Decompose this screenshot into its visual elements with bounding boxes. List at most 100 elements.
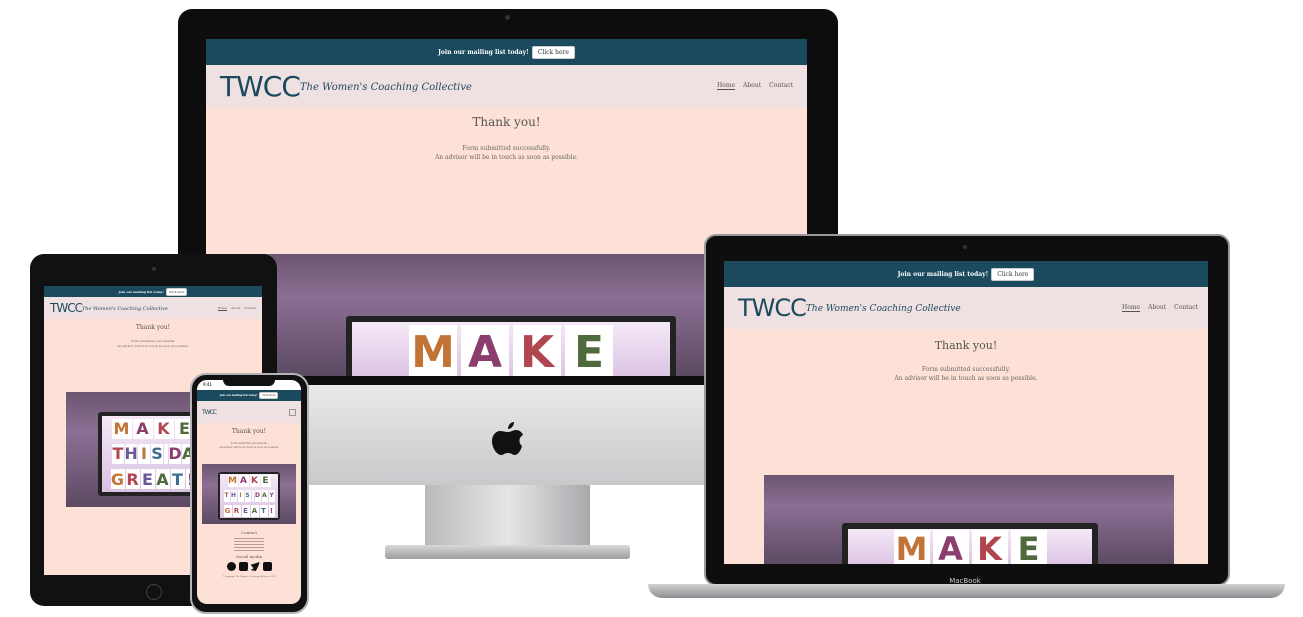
sign-letter: K	[153, 418, 174, 439]
sign: M A K E T H I S D A Y G R E A T !	[220, 474, 278, 518]
click-here-button[interactable]: Click here	[165, 287, 188, 296]
nav-about-link[interactable]: About	[231, 306, 240, 311]
imac-stand	[425, 485, 590, 547]
site-tagline: The Women's Coaching Collective	[805, 304, 961, 314]
site-logo[interactable]: TWCC	[202, 409, 217, 416]
laptop-screen: Join our mailing list today! Click here …	[724, 261, 1208, 564]
sign-letter: Y	[268, 489, 275, 502]
sign-letter: S	[151, 443, 163, 464]
sign-letter: !	[268, 504, 275, 517]
hero-photo: M A K E T H I S D A Y G R E A T !	[202, 464, 296, 524]
banner-text: Join our mailing list today!	[897, 270, 989, 278]
laptop-camera	[963, 245, 967, 249]
navbar: TWCC The Women's Coaching Collective Hom…	[724, 287, 1208, 329]
site-logo[interactable]: TWCC	[738, 294, 807, 322]
nav-links: Home About Contact	[717, 82, 793, 90]
navbar: TWCC The Women's Coaching Collective Hom…	[44, 297, 262, 319]
thank-you-heading: Thank you!	[934, 339, 998, 352]
sign-letter: A	[250, 504, 259, 517]
success-message-line2: An advisor will be in touch as soon as p…	[117, 344, 189, 348]
sign-letter: E	[565, 325, 613, 376]
tiktok-icon[interactable]	[262, 562, 272, 571]
sign-letter: T	[112, 443, 124, 464]
sign-letter: T	[170, 469, 185, 490]
facebook-icon[interactable]	[226, 562, 236, 571]
sign-letter: M	[227, 475, 238, 488]
nav-home-link[interactable]: Home	[717, 82, 736, 90]
nav-home-link[interactable]: Home	[1122, 304, 1141, 312]
sign-letter: R	[232, 504, 241, 517]
footer-contact-heading: Contact	[241, 530, 257, 535]
navbar: TWCC	[197, 401, 301, 423]
laptop-base	[648, 584, 1285, 598]
banner-text: Join our mailing list today!	[438, 48, 529, 56]
success-message-line1: Form submitted successfully.	[230, 442, 268, 445]
sign-letter: K	[249, 475, 260, 488]
nav-contact-link[interactable]: Contact	[1174, 304, 1198, 312]
sign-letter: R	[125, 469, 140, 490]
nav-about-link[interactable]: About	[1148, 304, 1166, 312]
nav-links: Home About Contact	[1122, 304, 1198, 312]
phone-time: 9:41	[203, 382, 212, 387]
thank-you-heading: Thank you!	[135, 324, 171, 331]
click-here-button[interactable]: Click here	[259, 392, 279, 399]
site-logo[interactable]: TWCC	[50, 301, 83, 315]
success-message-line1: Form submitted successfully.	[462, 145, 551, 152]
nav-home-link[interactable]: Home	[218, 306, 228, 311]
apple-logo-icon	[492, 422, 524, 462]
imac-camera	[505, 15, 510, 20]
sign-letter: K	[971, 530, 1008, 564]
success-message-line1: Form submitted successfully.	[130, 339, 176, 343]
sign-letter: A	[155, 469, 170, 490]
thank-you-heading: Thank you!	[231, 428, 267, 435]
sign-letter: S	[244, 489, 251, 502]
sign-letter: T	[259, 504, 268, 517]
sign: M A K E T H I S D A G R E A T	[102, 416, 204, 492]
sign-letter: I	[237, 489, 244, 502]
footer-social-heading: Social media	[236, 554, 262, 559]
success-message-line2: An advisor will be in touch as soon as p…	[434, 154, 579, 161]
mailing-banner: Join our mailing list today! Click here	[206, 39, 807, 65]
click-here-button[interactable]: Click here	[531, 45, 575, 59]
sign-letter: E	[241, 504, 250, 517]
sign-letter: H	[230, 489, 237, 502]
twitter-icon[interactable]	[250, 562, 260, 571]
tablet-camera	[152, 267, 156, 271]
mailing-banner: Join our mailing list today! Click here	[44, 286, 262, 297]
footer-contact-lines	[234, 538, 264, 551]
click-here-button[interactable]: Click here	[991, 267, 1035, 281]
social-icons	[197, 562, 301, 571]
sign-letter: A	[261, 489, 268, 502]
nav-contact-link[interactable]: Contact	[769, 82, 793, 90]
phone-screen: 9:41 Join our mailing list today! Click …	[197, 380, 301, 604]
sign-letter: H	[124, 443, 138, 464]
sign-letter: G	[223, 504, 232, 517]
sign-letter: M	[111, 418, 132, 439]
nav-contact-link[interactable]: Contact	[244, 306, 256, 311]
sign-letter: D	[168, 443, 182, 464]
success-message-line2: An advisor will be in touch as soon as p…	[219, 446, 279, 449]
sign-letter: A	[238, 475, 249, 488]
sign-letter: I	[138, 443, 150, 464]
sign-letter: T	[223, 489, 230, 502]
sign-letter: E	[140, 469, 155, 490]
nav-about-link[interactable]: About	[743, 82, 761, 90]
success-message-line1: Form submitted successfully.	[921, 366, 1011, 373]
sign-letter: A	[132, 418, 153, 439]
sign-letter: M	[893, 530, 930, 564]
tablet-home-button[interactable]	[146, 584, 162, 600]
mailing-banner: Join our mailing list today! Click here	[724, 261, 1208, 287]
sign-letter: M	[409, 325, 457, 376]
site-tagline: The Women's Coaching Collective	[299, 81, 472, 93]
sign-letter: D	[254, 489, 261, 502]
sign-letter: E	[1010, 530, 1047, 564]
site-logo[interactable]: TWCC	[220, 70, 301, 103]
menu-icon[interactable]	[289, 408, 296, 416]
banner-text: Join our mailing list today!	[219, 394, 258, 397]
footer-copyright: © Copyright The Women's Coaching Collect…	[222, 576, 276, 578]
sign-letter: A	[932, 530, 969, 564]
instagram-icon[interactable]	[238, 562, 248, 571]
site-tagline: The Women's Coaching Collective	[81, 306, 168, 312]
sign-letter: K	[513, 325, 561, 376]
phone-notch	[223, 378, 275, 386]
